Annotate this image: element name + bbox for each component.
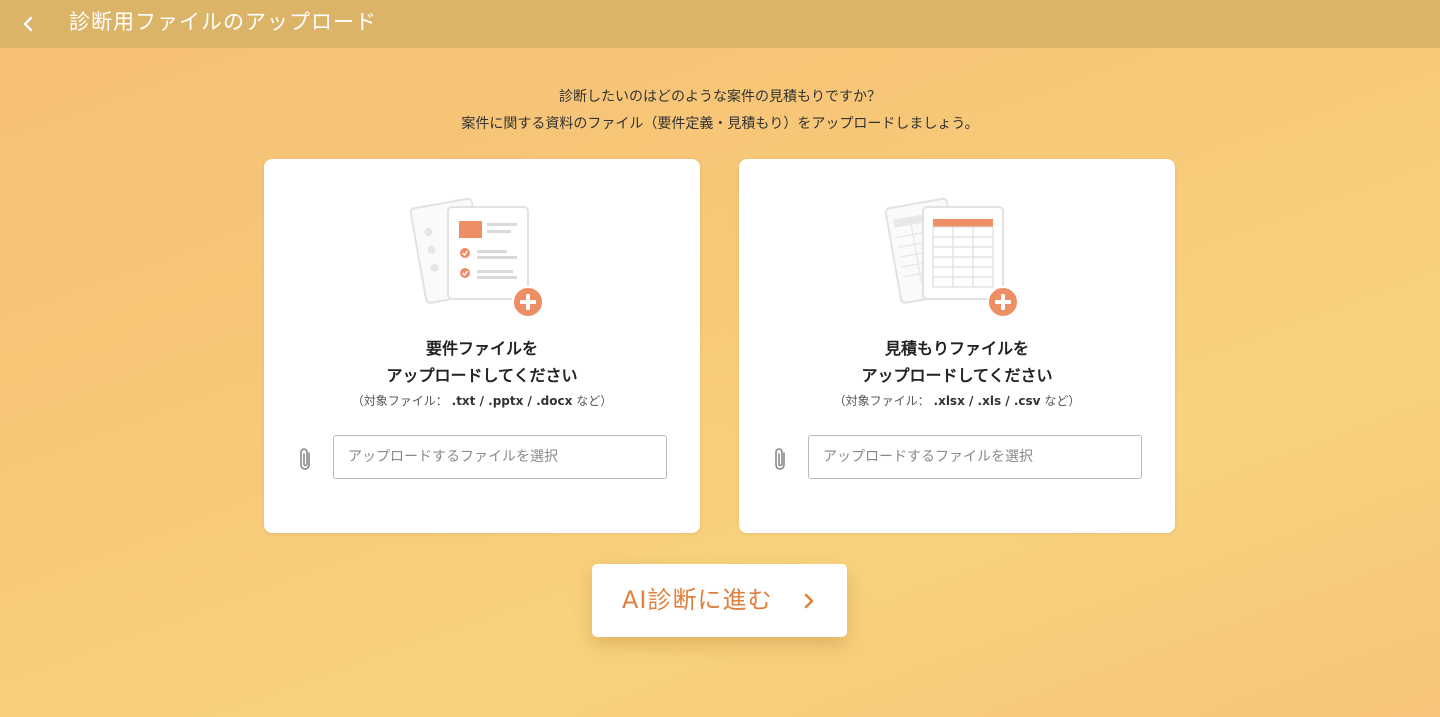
page-title: 診断用ファイルのアップロード (69, 10, 377, 34)
requirements-file-input[interactable] (333, 435, 667, 479)
paperclip-icon (300, 448, 310, 470)
cta-label: AI診断に進む (622, 586, 773, 614)
file-types-note: （対象ファイル： .txt / .pptx / .docx など） (264, 392, 700, 410)
requirements-document-add-icon[interactable] (408, 191, 556, 323)
requirements-upload-card: 要件ファイルを アップロードしてください （対象ファイル： .txt / .pp… (264, 159, 700, 533)
chevron-right-icon (804, 593, 814, 609)
heading-line-1: 要件ファイルを (425, 339, 538, 358)
estimate-file-input[interactable] (808, 435, 1142, 479)
file-types-note: （対象ファイル： .xlsx / .xls / .csv など） (739, 392, 1175, 410)
note-prefix: （対象ファイル： (351, 394, 448, 408)
chevron-left-icon (23, 16, 33, 32)
note-file-types: .xlsx / .xls / .csv (933, 394, 1041, 408)
back-button[interactable] (14, 10, 42, 38)
paperclip-icon (775, 448, 785, 470)
proceed-to-ai-diagnosis-button[interactable]: AI診断に進む (592, 564, 847, 637)
heading-line-2: アップロードしてください (861, 366, 1053, 385)
heading-line-1: 見積もりファイルを (884, 339, 1029, 358)
requirements-card-heading: 要件ファイルを アップロードしてください (264, 335, 700, 389)
note-suffix: など） (1044, 394, 1081, 408)
top-bar: 診断用ファイルのアップロード (0, 0, 1440, 48)
estimate-card-heading: 見積もりファイルを アップロードしてください (739, 335, 1175, 389)
intro-text: 診断したいのはどのような案件の見積もりですか？ 案件に関する資料のファイル（要件… (0, 84, 1440, 138)
intro-line-1: 診断したいのはどのような案件の見積もりですか？ (559, 89, 881, 105)
intro-line-2: 案件に関する資料のファイル（要件定義・見積もり）をアップロードしましょう。 (461, 116, 979, 132)
note-file-types: .txt / .pptx / .docx (451, 394, 573, 408)
estimate-upload-card: 見積もりファイルを アップロードしてください （対象ファイル： .xlsx / … (739, 159, 1175, 533)
note-suffix: など） (576, 394, 613, 408)
spreadsheet-add-icon[interactable] (883, 191, 1031, 323)
heading-line-2: アップロードしてください (386, 366, 578, 385)
note-prefix: （対象ファイル： (833, 394, 930, 408)
